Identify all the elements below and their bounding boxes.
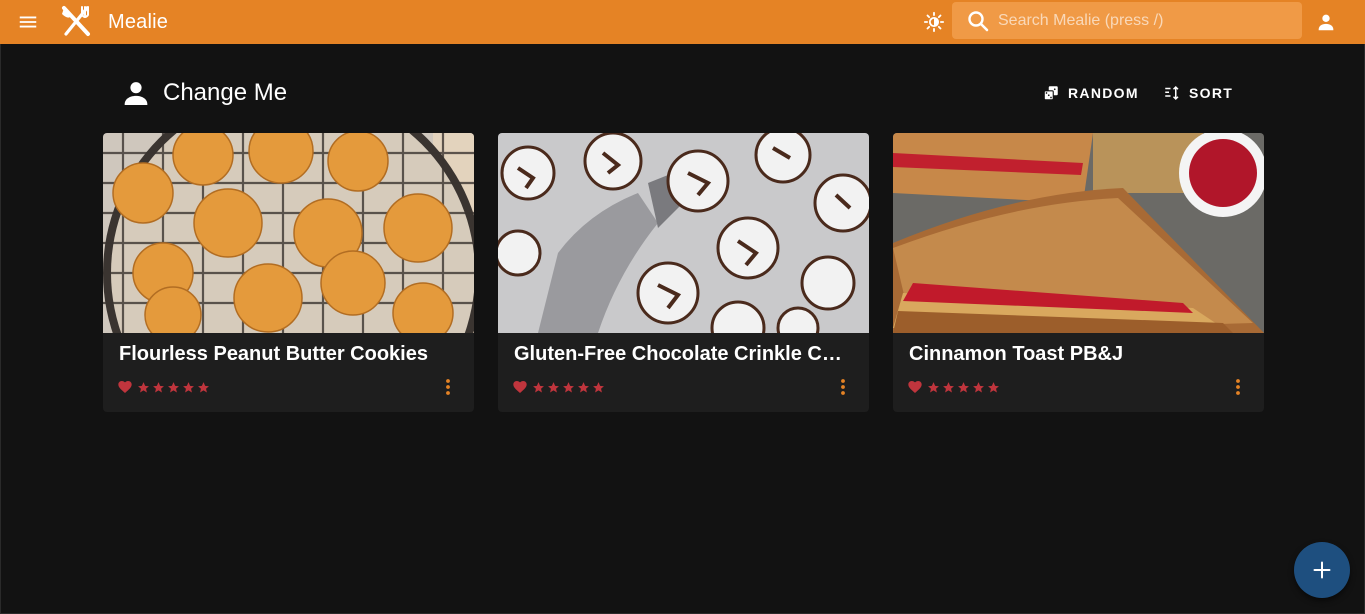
search-input[interactable]: [996, 2, 1296, 39]
recipe-title[interactable]: Gluten-Free Chocolate Crinkle Cookies: [514, 343, 854, 366]
fork-knife-logo-icon[interactable]: [58, 4, 94, 40]
menu-button[interactable]: [14, 8, 42, 36]
add-recipe-button[interactable]: [1294, 542, 1350, 598]
menu-icon: [19, 16, 37, 28]
star-icon[interactable]: [987, 381, 1000, 394]
star-icon[interactable]: [927, 381, 940, 394]
star-icon[interactable]: [547, 381, 560, 394]
section-title: Change Me: [163, 79, 288, 106]
theme-toggle-button[interactable]: [920, 8, 948, 36]
star-icon[interactable]: [532, 381, 545, 394]
star-icon[interactable]: [972, 381, 985, 394]
star-rating[interactable]: [927, 381, 1002, 394]
brightness-icon: [923, 11, 945, 33]
star-rating[interactable]: [532, 381, 607, 394]
star-icon[interactable]: [152, 381, 165, 394]
plus-icon: [1313, 561, 1331, 579]
sort-icon: [1165, 85, 1179, 101]
recipe-image[interactable]: [103, 133, 474, 333]
dice-icon: [1043, 86, 1058, 101]
random-label: RANDOM: [1068, 85, 1139, 101]
star-icon[interactable]: [957, 381, 970, 394]
recipe-card[interactable]: Cinnamon Toast PB&J: [893, 133, 1264, 412]
recipe-actions: [907, 377, 1002, 397]
section-header: Change Me: [120, 76, 287, 110]
dots-vertical-icon: [841, 379, 845, 395]
star-icon[interactable]: [167, 381, 180, 394]
random-button[interactable]: RANDOM: [1042, 80, 1139, 106]
recipe-image[interactable]: [498, 133, 869, 333]
recipe-card[interactable]: Gluten-Free Chocolate Crinkle Cookies: [498, 133, 869, 412]
account-icon: [124, 82, 148, 105]
recipe-card[interactable]: Flourless Peanut Butter Cookies: [103, 133, 474, 412]
star-icon[interactable]: [942, 381, 955, 394]
star-icon[interactable]: [592, 381, 605, 394]
dots-vertical-icon: [446, 379, 450, 395]
more-options-button[interactable]: [833, 375, 853, 399]
star-icon[interactable]: [182, 381, 195, 394]
heart-icon[interactable]: [117, 379, 133, 395]
search-icon: [968, 11, 989, 32]
app-title[interactable]: Mealie: [108, 11, 168, 34]
recipe-actions: [512, 377, 607, 397]
dots-vertical-icon: [1236, 379, 1240, 395]
account-button[interactable]: [1312, 8, 1340, 36]
heart-icon[interactable]: [907, 379, 923, 395]
app-bar: Mealie: [0, 0, 1365, 44]
star-rating[interactable]: [137, 381, 212, 394]
heart-icon[interactable]: [512, 379, 528, 395]
star-icon[interactable]: [197, 381, 210, 394]
recipe-title[interactable]: Flourless Peanut Butter Cookies: [119, 343, 459, 366]
account-icon: [1318, 14, 1334, 31]
more-options-button[interactable]: [1228, 375, 1248, 399]
sort-button[interactable]: SORT: [1163, 80, 1233, 106]
search-box: [952, 2, 1302, 39]
star-icon[interactable]: [577, 381, 590, 394]
recipe-title[interactable]: Cinnamon Toast PB&J: [909, 343, 1249, 366]
star-icon[interactable]: [562, 381, 575, 394]
star-icon[interactable]: [137, 381, 150, 394]
sort-label: SORT: [1189, 85, 1234, 101]
recipe-image[interactable]: [893, 133, 1264, 333]
recipe-actions: [117, 377, 212, 397]
more-options-button[interactable]: [438, 375, 458, 399]
